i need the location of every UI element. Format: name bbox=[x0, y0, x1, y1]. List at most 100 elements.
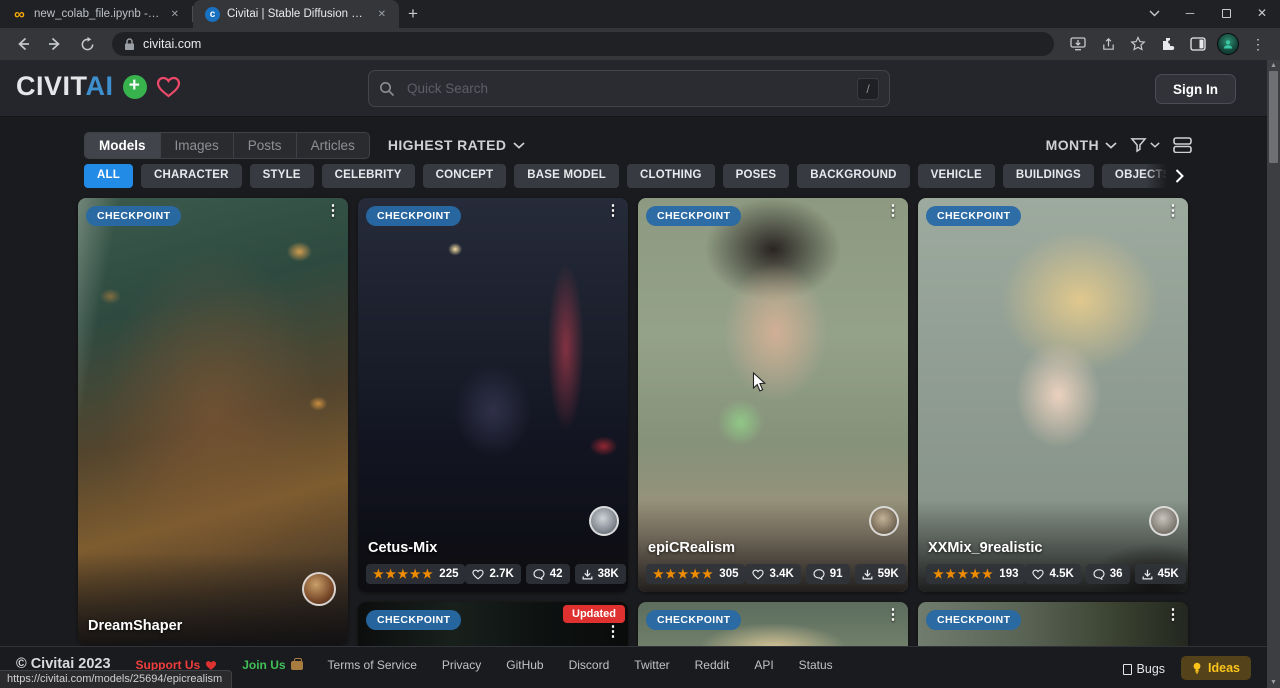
side-panel-icon[interactable] bbox=[1186, 32, 1210, 56]
maximize-button[interactable] bbox=[1208, 0, 1244, 26]
heart-icon bbox=[472, 569, 484, 580]
bookmark-star-icon[interactable] bbox=[1126, 32, 1150, 56]
tab-images[interactable]: Images bbox=[160, 133, 233, 158]
page-scrollbar[interactable]: ▲ ▼ bbox=[1267, 60, 1280, 688]
civitai-logo[interactable]: CIVITAI + bbox=[16, 73, 181, 100]
lock-icon bbox=[124, 38, 135, 51]
download-icon bbox=[1142, 569, 1153, 580]
model-card-partial[interactable]: CHECKPOINT ⋮ bbox=[918, 602, 1188, 646]
model-card-cetus-mix[interactable]: CHECKPOINT ⋮ Cetus-Mix ★★★★★ 225 2.7K bbox=[358, 198, 628, 592]
tab-title: new_colab_file.ipynb - Colaborat bbox=[34, 8, 161, 20]
bugs-link[interactable]: Bugs bbox=[1123, 662, 1166, 676]
ideas-button[interactable]: Ideas bbox=[1181, 656, 1251, 680]
category-pill-vehicle[interactable]: VEHICLE bbox=[918, 164, 995, 188]
tab-models[interactable]: Models bbox=[85, 133, 160, 158]
tab-posts[interactable]: Posts bbox=[233, 133, 296, 158]
category-pill-base-model[interactable]: BASE MODEL bbox=[514, 164, 619, 188]
footer-link-privacy[interactable]: Privacy bbox=[442, 658, 481, 672]
quick-search-bar[interactable]: / bbox=[368, 70, 890, 107]
period-dropdown[interactable]: MONTH bbox=[1046, 137, 1117, 153]
category-pill-all[interactable]: ALL bbox=[84, 164, 133, 188]
install-icon[interactable] bbox=[1066, 32, 1090, 56]
model-card-epicrealism[interactable]: CHECKPOINT ⋮ epiCRealism ★★★★★ 305 3.4K bbox=[638, 198, 908, 592]
model-type-badge: CHECKPOINT bbox=[366, 206, 461, 226]
window-controls: ─ ✕ bbox=[1136, 0, 1280, 26]
card-menu-kebab-icon[interactable]: ⋮ bbox=[883, 607, 903, 624]
scrollbar-thumb[interactable] bbox=[1269, 71, 1278, 163]
filter-dropdown[interactable] bbox=[1130, 137, 1160, 153]
bug-icon bbox=[1123, 664, 1132, 675]
logo-civit: CIVIT bbox=[16, 71, 86, 101]
rating-count: 193 bbox=[999, 568, 1018, 580]
category-pill-background[interactable]: BACKGROUND bbox=[797, 164, 909, 188]
browser-status-bar: https://civitai.com/models/25694/epicrea… bbox=[0, 670, 232, 688]
close-button[interactable]: ✕ bbox=[1244, 0, 1280, 26]
extensions-puzzle-icon[interactable] bbox=[1156, 32, 1180, 56]
creator-avatar[interactable] bbox=[869, 506, 899, 536]
category-pill-character[interactable]: CHARACTER bbox=[141, 164, 242, 188]
model-type-badge: CHECKPOINT bbox=[926, 610, 1021, 630]
sign-in-button[interactable]: Sign In bbox=[1155, 74, 1236, 104]
reload-button[interactable] bbox=[74, 31, 100, 57]
scroll-down-icon[interactable]: ▼ bbox=[1270, 677, 1277, 688]
model-card-dreamshaper[interactable]: CHECKPOINT ⋮ DreamShaper bbox=[78, 198, 348, 645]
creator-avatar[interactable] bbox=[1149, 506, 1179, 536]
tab-search-chevron-icon[interactable] bbox=[1136, 0, 1172, 26]
model-type-badge: CHECKPOINT bbox=[86, 206, 181, 226]
model-stats-row: ★★★★★ 193 4.5K 36 45K bbox=[926, 564, 1180, 584]
address-bar[interactable]: civitai.com bbox=[112, 32, 1054, 56]
model-card-xxmix-9realistic[interactable]: CHECKPOINT ⋮ XXMix_9realistic ★★★★★ 193 … bbox=[918, 198, 1188, 592]
category-pill-style[interactable]: STYLE bbox=[250, 164, 314, 188]
card-menu-kebab-icon[interactable]: ⋮ bbox=[1163, 607, 1183, 624]
favorites-heart-icon[interactable] bbox=[156, 76, 181, 98]
categories-scroll-right[interactable] bbox=[1146, 164, 1184, 188]
card-menu-kebab-icon[interactable]: ⋮ bbox=[883, 203, 903, 220]
category-pill-celebrity[interactable]: CELEBRITY bbox=[322, 164, 415, 188]
footer-link-terms[interactable]: Terms of Service bbox=[328, 658, 417, 672]
sort-dropdown[interactable]: HIGHEST RATED bbox=[388, 137, 526, 153]
chevron-down-icon bbox=[513, 142, 525, 149]
card-menu-kebab-icon[interactable]: ⋮ bbox=[603, 624, 623, 641]
footer-link-github[interactable]: GitHub bbox=[506, 658, 543, 672]
colab-icon: ∞ bbox=[12, 7, 27, 22]
browser-profile-avatar[interactable] bbox=[1216, 32, 1240, 56]
card-menu-kebab-icon[interactable]: ⋮ bbox=[323, 203, 343, 220]
browser-toolbar: civitai.com ⋮ bbox=[0, 28, 1280, 60]
tab-close-icon[interactable]: ✕ bbox=[375, 8, 389, 21]
minimize-button[interactable]: ─ bbox=[1172, 0, 1208, 26]
search-input[interactable] bbox=[405, 80, 847, 97]
footer-link-reddit[interactable]: Reddit bbox=[695, 658, 730, 672]
forward-button[interactable] bbox=[42, 31, 68, 57]
card-menu-kebab-icon[interactable]: ⋮ bbox=[603, 203, 623, 220]
new-tab-button[interactable]: + bbox=[399, 0, 427, 28]
footer-link-status[interactable]: Status bbox=[799, 658, 833, 672]
scroll-up-icon[interactable]: ▲ bbox=[1270, 60, 1277, 71]
tab-close-icon[interactable]: ✕ bbox=[168, 8, 182, 21]
model-card-partial[interactable]: CHECKPOINT Updated ⋮ bbox=[358, 602, 628, 646]
browser-menu-kebab-icon[interactable]: ⋮ bbox=[1246, 32, 1270, 56]
footer-link-discord[interactable]: Discord bbox=[569, 658, 610, 672]
back-button[interactable] bbox=[10, 31, 36, 57]
category-pill-concept[interactable]: CONCEPT bbox=[423, 164, 507, 188]
model-card-partial[interactable]: CHECKPOINT ⋮ bbox=[638, 602, 908, 646]
layout-rows-icon[interactable] bbox=[1173, 137, 1192, 153]
card-menu-kebab-icon[interactable]: ⋮ bbox=[1163, 203, 1183, 220]
footer-link-api[interactable]: API bbox=[754, 658, 773, 672]
creator-avatar[interactable] bbox=[589, 506, 619, 536]
footer-link-twitter[interactable]: Twitter bbox=[634, 658, 669, 672]
content-type-tabs: Models Images Posts Articles bbox=[84, 132, 370, 159]
creator-avatar[interactable] bbox=[302, 572, 336, 606]
tab-colab[interactable]: ∞ new_colab_file.ipynb - Colaborat ✕ bbox=[0, 0, 192, 28]
rating-count: 305 bbox=[719, 568, 738, 580]
tab-articles[interactable]: Articles bbox=[296, 133, 369, 158]
model-title: epiCRealism bbox=[648, 540, 735, 556]
share-icon[interactable] bbox=[1096, 32, 1120, 56]
footer-link-join-us[interactable]: Join Us bbox=[242, 658, 302, 672]
bugs-label: Bugs bbox=[1137, 662, 1166, 676]
category-pill-buildings[interactable]: BUILDINGS bbox=[1003, 164, 1094, 188]
category-pill-clothing[interactable]: CLOTHING bbox=[627, 164, 715, 188]
create-plus-icon[interactable]: + bbox=[123, 75, 147, 99]
likes-count: 3.4K bbox=[769, 568, 793, 580]
tab-civitai[interactable]: c Civitai | Stable Diffusion models, ✕ bbox=[193, 0, 399, 28]
category-pill-poses[interactable]: POSES bbox=[723, 164, 790, 188]
